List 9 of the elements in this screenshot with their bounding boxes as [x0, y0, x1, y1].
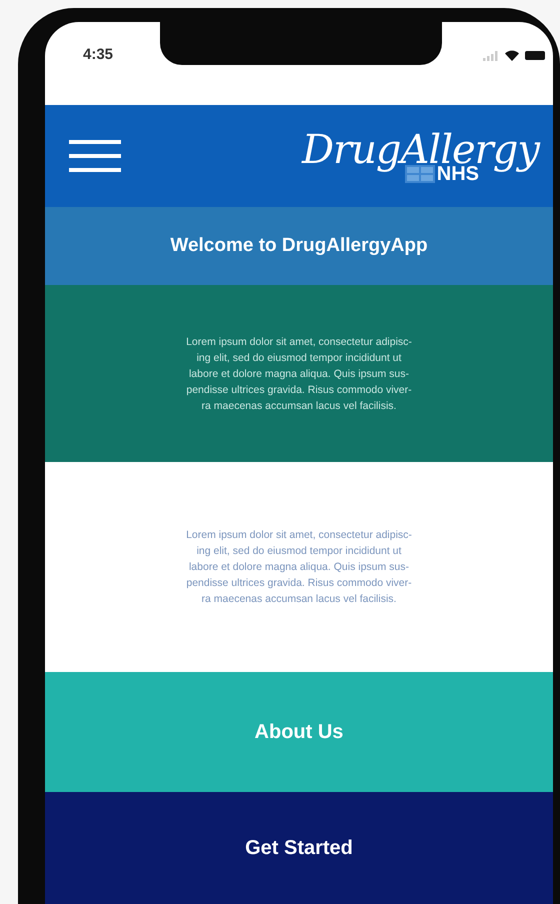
battery-icon — [525, 51, 545, 60]
welcome-title: Welcome to DrugAllergyApp — [170, 235, 428, 257]
status-time: 4:35 — [83, 46, 114, 63]
body-paragraph: Lorem ipsum dolor sit amet, consectetur adipisc- ing elit, sed do eiusmod tempor incididunt ut labore et dolore magna aliqua. Quis ipsum sus- pendisse ultrices gravida. Risus commodo viver- ra maecenas accumsan lacus vel facilisis. — [186, 334, 412, 414]
signal-icon — [483, 50, 499, 60]
body-paragraph: Lorem ipsum dolor sit amet, consectetur adipisc- ing elit, sed do eiusmod tempor incididunt ut labore et dolore magna aliqua. Quis ipsum sus- pendisse ultrices gravida. Risus commodo viver- ra maecenas accumsan lacus vel facilisis. — [186, 528, 412, 607]
nav-button[interactable]: Get Started — [45, 792, 553, 904]
wifi-icon — [505, 50, 519, 61]
menu-icon[interactable] — [69, 138, 121, 174]
